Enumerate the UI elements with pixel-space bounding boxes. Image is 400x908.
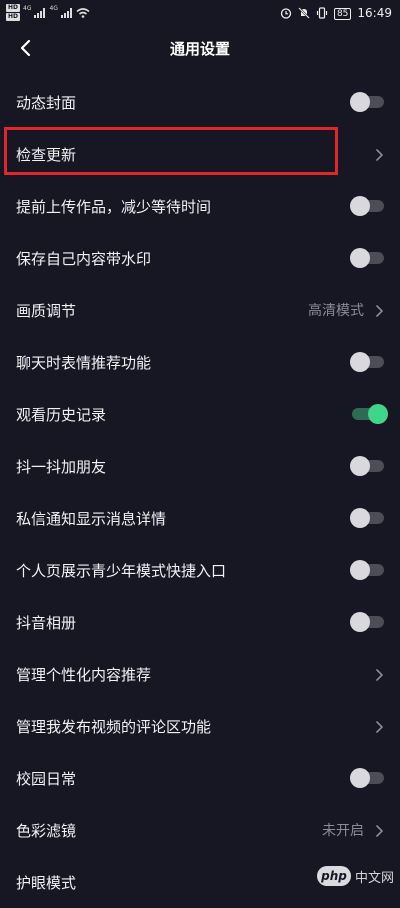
settings-row-label: 保存自己内容带水印 bbox=[16, 249, 152, 268]
toggle-knob bbox=[350, 508, 370, 528]
settings-row-value: 高清模式 bbox=[308, 303, 364, 319]
chevron-right-icon bbox=[374, 147, 384, 161]
chevron-right-icon bbox=[374, 823, 384, 837]
settings-row[interactable]: 色彩滤镜 未开启 bbox=[0, 804, 400, 856]
settings-row[interactable]: 观看历史记录 bbox=[0, 388, 400, 440]
chevron-right-icon bbox=[374, 719, 384, 733]
settings-row-label: 提前上传作品，减少等待时间 bbox=[16, 197, 212, 216]
settings-row[interactable]: 抖音相册 bbox=[0, 596, 400, 648]
settings-row[interactable]: 动态封面 bbox=[0, 76, 400, 128]
settings-row[interactable]: 保存自己内容带水印 bbox=[0, 232, 400, 284]
settings-row[interactable]: 检查更新 bbox=[0, 128, 400, 180]
toggle-switch[interactable] bbox=[350, 352, 384, 372]
network1-label: 4G bbox=[23, 5, 32, 12]
settings-row-label: 个人页展示青少年模式快捷入口 bbox=[16, 561, 227, 580]
vibrate-icon bbox=[316, 6, 328, 19]
settings-row-label: 聊天时表情推荐功能 bbox=[16, 353, 152, 372]
settings-row-label: 动态封面 bbox=[16, 93, 77, 112]
sim-indicators: HD HD bbox=[6, 4, 21, 21]
battery-level: 85 bbox=[333, 8, 352, 20]
status-bar: HD HD 4G 4G 85 16:49 bbox=[0, 0, 400, 28]
settings-row[interactable]: 管理个性化内容推荐 bbox=[0, 648, 400, 700]
signal1-icon bbox=[34, 7, 46, 18]
toggle-knob bbox=[350, 196, 370, 216]
settings-row[interactable]: 个人页展示青少年模式快捷入口 bbox=[0, 544, 400, 596]
toggle-switch[interactable] bbox=[350, 196, 384, 216]
settings-row-value: 未开启 bbox=[322, 823, 364, 839]
signal2-icon bbox=[60, 7, 72, 18]
settings-row-label: 检查更新 bbox=[16, 145, 77, 164]
settings-row-label: 管理我发布视频的评论区功能 bbox=[16, 717, 212, 736]
toggle-switch[interactable] bbox=[350, 248, 384, 268]
toggle-knob bbox=[350, 612, 370, 632]
settings-row[interactable]: 画质调节 高清模式 bbox=[0, 284, 400, 336]
settings-row-label: 抖一抖加朋友 bbox=[16, 457, 107, 476]
settings-row-label: 观看历史记录 bbox=[16, 405, 107, 424]
settings-row-label: 校园日常 bbox=[16, 769, 77, 788]
header: 通用设置 bbox=[0, 28, 400, 68]
status-left: HD HD 4G 4G bbox=[6, 4, 90, 21]
toggle-switch[interactable] bbox=[350, 612, 384, 632]
settings-row-label: 护眼模式 bbox=[16, 873, 77, 892]
toggle-switch[interactable] bbox=[350, 508, 384, 528]
settings-row[interactable]: 管理我发布视频的评论区功能 bbox=[0, 700, 400, 752]
battery-indicator: 85 bbox=[333, 5, 352, 20]
toggle-knob bbox=[350, 560, 370, 580]
toggle-switch[interactable] bbox=[350, 560, 384, 580]
toggle-switch[interactable] bbox=[350, 92, 384, 112]
toggle-knob bbox=[350, 248, 370, 268]
toggle-knob bbox=[350, 456, 370, 476]
settings-row[interactable]: 校园日常 bbox=[0, 752, 400, 804]
toggle-switch[interactable] bbox=[350, 456, 384, 476]
settings-row[interactable]: 提前上传作品，减少等待时间 bbox=[0, 180, 400, 232]
settings-row[interactable]: 私信通知显示消息详情 bbox=[0, 492, 400, 544]
status-right: 85 16:49 bbox=[280, 5, 392, 20]
settings-row[interactable]: 抖一抖加朋友 bbox=[0, 440, 400, 492]
settings-row-label: 色彩滤镜 bbox=[16, 821, 77, 840]
sim1-badge: HD bbox=[6, 4, 21, 12]
toggle-switch[interactable] bbox=[350, 768, 384, 788]
chevron-right-icon bbox=[374, 303, 384, 317]
toggle-knob bbox=[368, 404, 388, 424]
sim2-badge: HD bbox=[6, 13, 21, 21]
settings-row-label: 抖音相册 bbox=[16, 613, 77, 632]
settings-row-label: 私信通知显示消息详情 bbox=[16, 509, 167, 528]
watermark-text: 中文网 bbox=[354, 870, 394, 886]
settings-row-label: 画质调节 bbox=[16, 301, 77, 320]
chevron-right-icon bbox=[374, 667, 384, 681]
alarm-icon bbox=[280, 7, 292, 19]
watermark-logo: php bbox=[316, 866, 351, 886]
network2-label: 4G bbox=[49, 5, 58, 12]
settings-row[interactable]: 聊天时表情推荐功能 bbox=[0, 336, 400, 388]
clock: 16:49 bbox=[357, 5, 392, 20]
toggle-knob bbox=[350, 768, 370, 788]
page-title: 通用设置 bbox=[169, 40, 230, 58]
watermark: php 中文网 bbox=[316, 866, 394, 886]
toggle-knob bbox=[350, 352, 370, 372]
settings-row-label: 管理个性化内容推荐 bbox=[16, 665, 152, 684]
toggle-knob bbox=[350, 92, 370, 112]
mute-icon bbox=[298, 6, 310, 19]
toggle-switch[interactable] bbox=[352, 404, 388, 424]
wifi-icon bbox=[76, 7, 90, 18]
settings-list: 动态封面检查更新提前上传作品，减少等待时间 保存自己内容带水印 画质调节 高清模式聊天… bbox=[0, 76, 400, 908]
